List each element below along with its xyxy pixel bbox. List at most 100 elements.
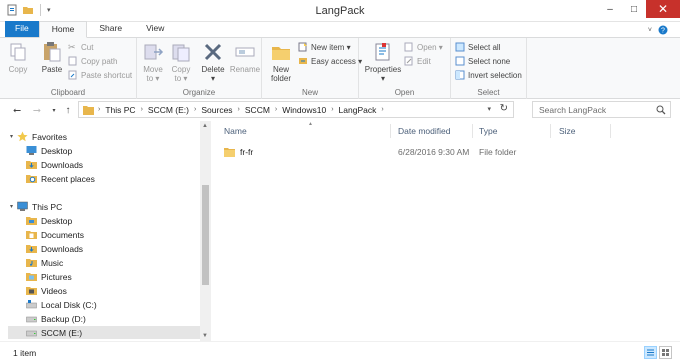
this-pc-music[interactable]: Music: [26, 257, 63, 268]
pictures-icon: [26, 273, 37, 281]
favorites-desktop[interactable]: Desktop: [26, 145, 72, 156]
folder-icon: [224, 148, 235, 157]
star-icon: [17, 131, 28, 142]
ribbon: Copy Paste ✂ Cut Copy path Paste shortcut…: [0, 38, 680, 99]
copy-to-button[interactable]: Copy to ▾: [170, 41, 192, 83]
breadcrumb-sccm-drive[interactable]: SCCM (E:) ›: [148, 105, 201, 115]
organize-group: Move to ▾ Copy to ▾ Delete ▾ Rename Orga…: [137, 38, 262, 99]
new-item-button[interactable]: New item ▾: [298, 42, 351, 52]
cut-button[interactable]: ✂ Cut: [68, 42, 93, 52]
breadcrumb-sccm[interactable]: SCCM ›: [245, 105, 282, 115]
new-folder-button[interactable]: New folder: [268, 41, 294, 83]
edit-button[interactable]: Edit: [404, 56, 431, 66]
this-pc-node[interactable]: ▾ This PC: [10, 201, 62, 212]
delete-button[interactable]: Delete ▾: [201, 41, 225, 83]
favorites-recent-places[interactable]: Recent places: [26, 173, 95, 184]
organize-group-label: Organize: [182, 88, 216, 97]
this-pc-backup-d[interactable]: Backup (D:): [26, 313, 86, 324]
item-count: 1 item: [13, 348, 37, 358]
new-group: New folder New item ▾ Easy access ▾ New: [262, 38, 362, 99]
open-group: Properties ▾ Open ▾ Edit Open: [359, 38, 451, 99]
large-icons-view-icon: [662, 349, 669, 356]
open-button[interactable]: Open ▾: [404, 42, 443, 52]
expand-ribbon-icon[interactable]: ˅: [648, 27, 652, 34]
back-arrow-icon: ⭠: [13, 104, 21, 116]
paste-icon: [44, 42, 61, 62]
help-icon[interactable]: ?: [658, 25, 668, 35]
this-pc-pictures[interactable]: Pictures: [26, 271, 72, 282]
tab-share[interactable]: Share: [87, 21, 134, 37]
properties-button[interactable]: Properties ▾: [364, 41, 402, 83]
easy-access-button[interactable]: Easy access ▾: [298, 56, 362, 66]
move-to-icon: [144, 44, 164, 60]
details-view-button[interactable]: [644, 346, 657, 359]
copy-path-button[interactable]: Copy path: [68, 56, 117, 66]
column-type[interactable]: Type: [479, 126, 497, 136]
breadcrumb-sources[interactable]: Sources ›: [201, 105, 245, 115]
details-view-icon: [647, 349, 654, 356]
search-input[interactable]: Search LangPack: [532, 101, 671, 118]
copy-button[interactable]: Copy: [6, 41, 30, 74]
favorites-downloads[interactable]: Downloads: [26, 159, 83, 170]
close-button[interactable]: ✕: [646, 0, 680, 18]
large-icons-view-button[interactable]: [659, 346, 672, 359]
file-list: ▲ Name Date modified Type Size fr-fr 6/2…: [212, 121, 680, 341]
title-bar: ▾ LangPack – □ ✕: [0, 0, 680, 22]
address-bar[interactable]: › This PC › SCCM (E:) › Sources › SCCM › Win…: [78, 101, 514, 118]
this-pc-documents[interactable]: Documents: [26, 229, 84, 240]
breadcrumb-langpack[interactable]: LangPack ›: [339, 105, 389, 115]
this-pc-videos[interactable]: Videos: [26, 285, 67, 296]
refresh-icon[interactable]: ↻: [500, 103, 508, 114]
address-dropdown-icon[interactable]: ▾: [487, 105, 491, 113]
column-size[interactable]: Size: [559, 126, 576, 136]
select-all-button[interactable]: Select all: [455, 42, 500, 52]
downloads-icon: [26, 245, 37, 253]
maximize-button[interactable]: □: [622, 0, 646, 18]
scroll-up-icon[interactable]: ▲: [202, 123, 208, 129]
column-date-modified[interactable]: Date modified: [398, 126, 450, 136]
column-sort-indicator-icon: ▲: [308, 121, 313, 127]
scroll-down-icon[interactable]: ▼: [202, 333, 208, 339]
select-none-button[interactable]: Select none: [455, 56, 510, 66]
breadcrumb-separator-icon: ›: [98, 106, 101, 113]
breadcrumb-this-pc[interactable]: This PC ›: [105, 105, 148, 115]
table-row[interactable]: fr-fr 6/28/2016 9:30 AM File folder: [222, 145, 662, 159]
invert-selection-icon: [455, 70, 465, 80]
recent-locations-button[interactable]: ▾: [47, 103, 61, 117]
tab-home[interactable]: Home: [38, 21, 88, 38]
this-pc-local-disk-c[interactable]: Local Disk (C:): [26, 299, 97, 310]
move-to-button[interactable]: Move to ▾: [142, 41, 164, 83]
rename-button[interactable]: Rename: [230, 41, 260, 74]
copy-icon: [10, 43, 26, 61]
videos-icon: [26, 287, 37, 295]
column-name[interactable]: Name: [224, 126, 247, 136]
row-date: 6/28/2016 9:30 AM: [398, 147, 470, 157]
nav-scrollbar-thumb[interactable]: [202, 185, 209, 285]
this-pc-desktop[interactable]: Desktop: [26, 215, 72, 226]
row-type: File folder: [479, 147, 517, 157]
forward-button[interactable]: ⭢: [30, 103, 44, 117]
this-pc-downloads[interactable]: Downloads: [26, 243, 83, 254]
up-arrow-icon: ↑: [65, 104, 71, 116]
open-icon: [404, 42, 413, 52]
invert-selection-button[interactable]: Invert selection: [455, 70, 522, 80]
paste-shortcut-button[interactable]: Paste shortcut: [68, 70, 132, 80]
row-name: fr-fr: [224, 147, 253, 157]
new-group-label: New: [301, 88, 318, 97]
paste-button[interactable]: Paste: [38, 41, 66, 74]
copy-to-icon: [172, 44, 190, 62]
this-pc-sccm-e[interactable]: SCCM (E:): [8, 326, 200, 339]
nav-scrollbar[interactable]: ▲ ▼: [200, 121, 211, 341]
select-group: Select all Select none Invert selection …: [451, 38, 527, 99]
select-none-icon: [455, 56, 465, 66]
minimize-button[interactable]: –: [598, 0, 622, 18]
drive-icon: [26, 316, 37, 323]
tab-view[interactable]: View: [134, 21, 176, 37]
tab-file[interactable]: File: [5, 21, 39, 37]
back-button[interactable]: ⭠: [10, 103, 24, 117]
breadcrumb-windows10[interactable]: Windows10 ›: [282, 105, 338, 115]
open-group-label: Open: [394, 88, 415, 97]
copy-path-icon: [68, 56, 77, 66]
favorites-node[interactable]: ▾ Favorites: [10, 131, 67, 142]
up-button[interactable]: ↑: [61, 103, 75, 117]
